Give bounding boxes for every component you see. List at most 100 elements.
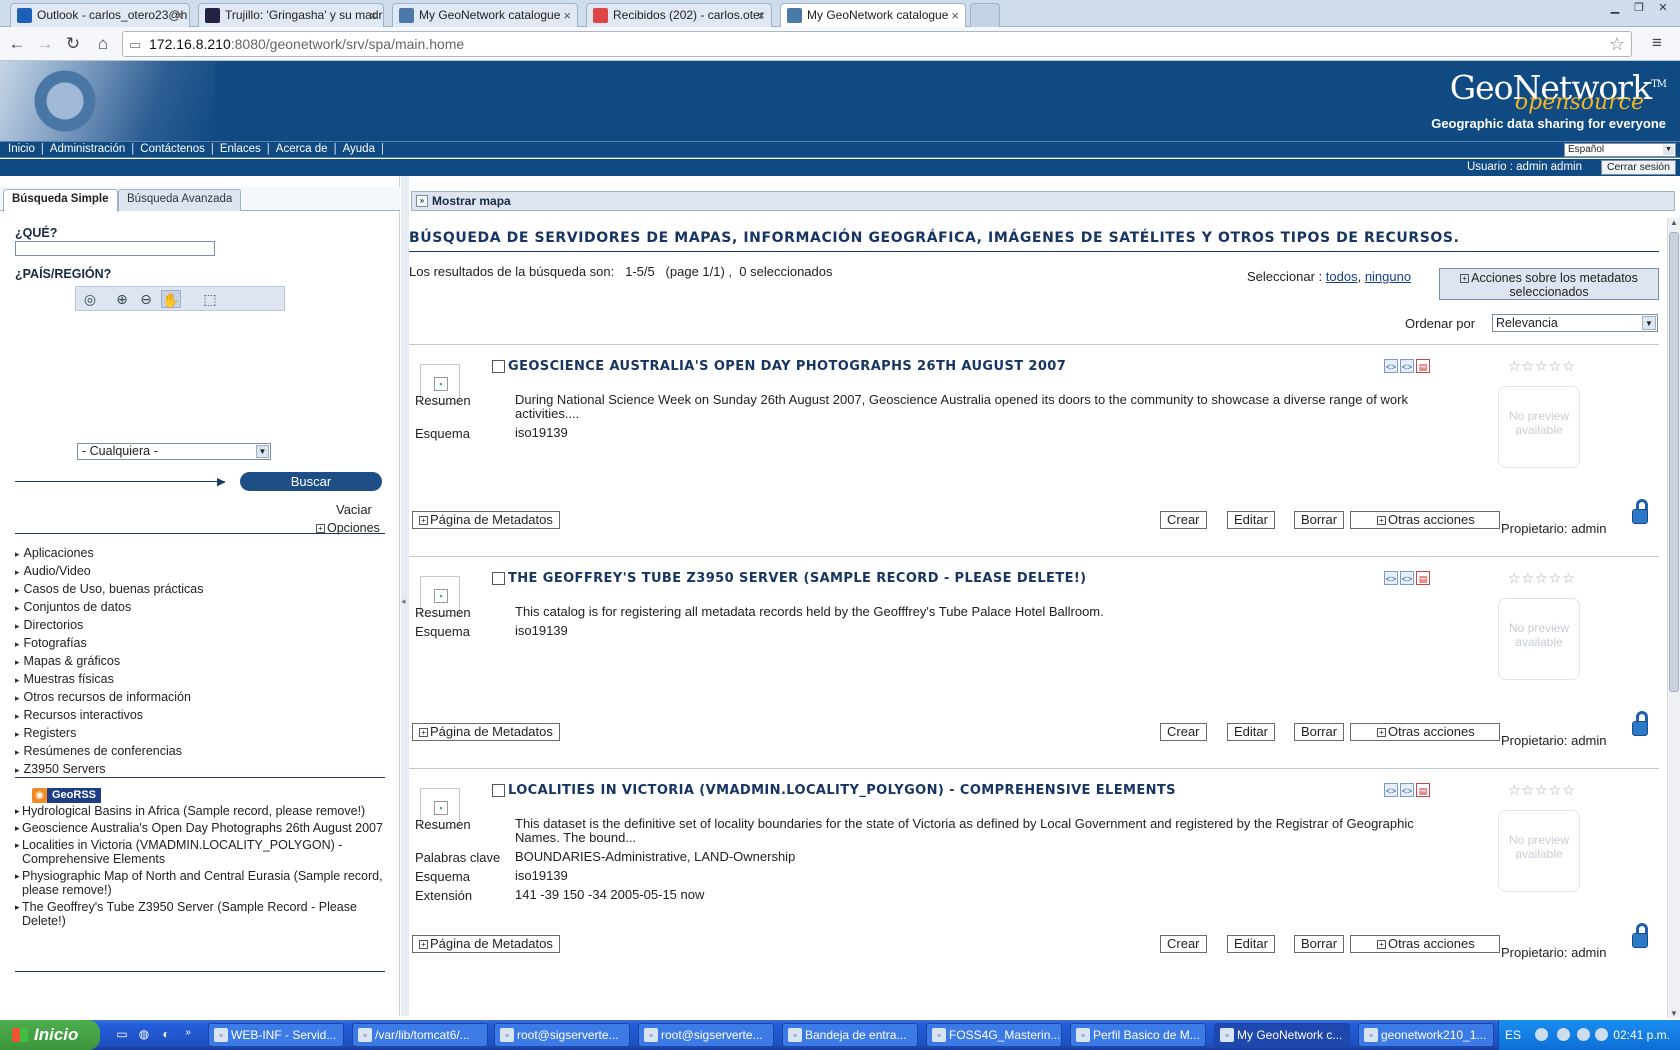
keyboard-icon[interactable] [1535,1028,1548,1041]
taskbar-task-button[interactable]: ▫ WEB-INF - Servid... [208,1023,344,1047]
logout-button[interactable]: Cerrar sesión [1600,160,1676,175]
menu-contactenos[interactable]: Contáctenos [140,143,205,155]
reload-icon[interactable]: ↻ [62,33,84,55]
lock-icon[interactable] [1630,499,1650,525]
browser-tab-active[interactable]: My GeoNetwork catalogue × [780,3,966,28]
close-icon[interactable]: × [175,8,183,23]
xml-iso-icon[interactable]: <> [1400,783,1414,797]
menu-ayuda[interactable]: Ayuda [343,143,375,155]
tab-advanced-search[interactable]: Búsqueda Avanzada [118,189,242,211]
other-actions-button[interactable]: + Otras acciones [1350,511,1500,529]
menu-enlaces[interactable]: Enlaces [220,143,261,155]
select-all-link[interactable]: todos [1326,269,1358,284]
chrome-icon[interactable]: ◍ [136,1027,152,1043]
georss-item[interactable]: Physiographic Map of North and Central E… [15,869,385,897]
rating-stars[interactable]: ☆☆☆☆☆ [1508,782,1576,799]
scrollbar-thumb[interactable] [1669,232,1679,692]
category-item[interactable]: Muestras físicas [15,671,204,689]
volume-icon[interactable] [1577,1028,1590,1041]
select-box-icon[interactable]: ⬚ [200,290,220,308]
what-search-input[interactable] [15,241,215,256]
browser-tab[interactable]: My GeoNetwork catalogue × [392,3,578,27]
rating-stars[interactable]: ☆☆☆☆☆ [1508,358,1576,375]
category-item[interactable]: Recursos interactivos [15,707,204,725]
close-icon[interactable]: × [757,8,765,23]
georss-item[interactable]: Geoscience Australia's Open Day Photogra… [15,821,385,835]
record-checkbox[interactable] [492,784,505,797]
category-item[interactable]: Casos de Uso, buenas prácticas [15,581,204,599]
category-item[interactable]: Audio/Video [15,563,204,581]
category-item[interactable]: Directorios [15,617,204,635]
record-title[interactable]: LOCALITIES IN VICTORIA (VMADMIN.LOCALITY… [508,783,1176,798]
network-icon[interactable] [1557,1028,1570,1041]
minimize-icon[interactable]: ▁ [1604,2,1626,16]
delete-button[interactable]: Borrar [1294,935,1345,953]
category-item[interactable]: Registers [15,725,204,743]
record-title[interactable]: GEOSCIENCE AUSTRALIA'S OPEN DAY PHOTOGRA… [508,359,1066,374]
forward-icon[interactable]: → [34,33,56,55]
browser-menu-icon[interactable]: ≡ [1652,33,1662,53]
zoom-out-icon[interactable]: ⊖ [136,290,156,308]
page-scrollbar[interactable]: ▲ ▼ [1667,218,1680,1018]
zoom-in-icon[interactable]: ⊕ [112,290,132,308]
georss-item[interactable]: Hydrological Basins in Africa (Sample re… [15,804,385,818]
metadata-page-button[interactable]: + Página de Metadatos [412,935,560,953]
georss-badge[interactable]: ◉ GeoRSS [32,788,102,803]
georss-item[interactable]: The Geoffrey's Tube Z3950 Server (Sample… [15,900,385,928]
edit-button[interactable]: Editar [1227,935,1275,953]
other-actions-button[interactable]: + Otras acciones [1350,935,1500,953]
taskbar-task-button[interactable]: ▫ geonetwork210_1... [1358,1023,1494,1047]
create-button[interactable]: Crear [1160,511,1207,529]
category-item[interactable]: Fotografías [15,635,204,653]
metadata-page-button[interactable]: + Página de Metadatos [412,511,560,529]
taskbar-task-button[interactable]: ▫ Bandeja de entra... [782,1023,918,1047]
region-select[interactable]: - Cualquiera - ▼ [77,443,271,460]
create-button[interactable]: Crear [1160,723,1207,741]
xml-icon[interactable]: <> [1384,571,1398,585]
taskbar-task-button[interactable]: ▫ FOSS4G_Masterin... [926,1023,1062,1047]
bookmark-star-icon[interactable]: ☆ [1609,34,1625,55]
record-title[interactable]: THE GEOFFREY'S TUBE Z3950 SERVER (SAMPLE… [508,571,1087,586]
xml-icon[interactable]: <> [1384,359,1398,373]
new-tab-button[interactable] [970,3,1000,27]
other-actions-button[interactable]: + Otras acciones [1350,723,1500,741]
xml-iso-icon[interactable]: <> [1400,359,1414,373]
taskbar-task-button[interactable]: ▫ root@sigserverte... [638,1023,774,1047]
scroll-up-icon[interactable]: ▲ [1668,218,1680,227]
menu-acerca-de[interactable]: Acerca de [276,143,328,155]
edit-button[interactable]: Editar [1227,723,1275,741]
scroll-down-icon[interactable]: ▼ [1668,1009,1680,1018]
close-window-icon[interactable]: ✕ [1652,2,1674,16]
browser-tab[interactable]: Trujillo: 'Gringasha' y su madr × [198,3,384,27]
delete-button[interactable]: Borrar [1294,511,1345,529]
xml-icon[interactable]: <> [1384,783,1398,797]
xml-iso-icon[interactable]: <> [1400,571,1414,585]
sort-select[interactable]: Relevancia ▼ [1492,314,1658,332]
category-item[interactable]: Mapas & gráficos [15,653,204,671]
record-checkbox[interactable] [492,360,505,373]
pan-hand-icon[interactable]: ✋ [161,290,181,308]
pdf-icon[interactable]: ▤ [1416,571,1430,585]
home-icon[interactable]: ⌂ [92,33,114,55]
pdf-icon[interactable]: ▤ [1416,783,1430,797]
address-bar[interactable]: ▭ 172.16.8.210:8080/geonetwork/srv/spa/m… [122,31,1632,57]
language-indicator[interactable]: ES [1505,1028,1521,1042]
taskbar-task-button[interactable]: ▫/var/lib/tomcat6/... [352,1023,488,1047]
category-item[interactable]: Conjuntos de datos [15,599,204,617]
taskbar-task-button[interactable]: ▫ root@sigserverte... [494,1023,630,1047]
taskbar-task-button[interactable]: ▫ Perfil Basico de M... [1070,1023,1206,1047]
close-icon[interactable]: × [563,8,571,23]
metadata-page-button[interactable]: + Página de Metadatos [412,723,560,741]
close-icon[interactable]: × [369,8,377,23]
back-icon[interactable]: ← [6,33,28,55]
edit-button[interactable]: Editar [1227,511,1275,529]
pdf-icon[interactable]: ▤ [1416,359,1430,373]
menu-administracion[interactable]: Administración [50,143,125,155]
rating-stars[interactable]: ☆☆☆☆☆ [1508,570,1576,587]
panel-splitter[interactable]: ◂ [401,176,409,1016]
security-icon[interactable] [1595,1028,1608,1041]
category-item[interactable]: Resúmenes de conferencias [15,743,204,761]
tab-simple-search[interactable]: Búsqueda Simple [3,189,118,212]
close-icon[interactable]: × [951,8,959,23]
lock-icon[interactable] [1630,711,1650,737]
